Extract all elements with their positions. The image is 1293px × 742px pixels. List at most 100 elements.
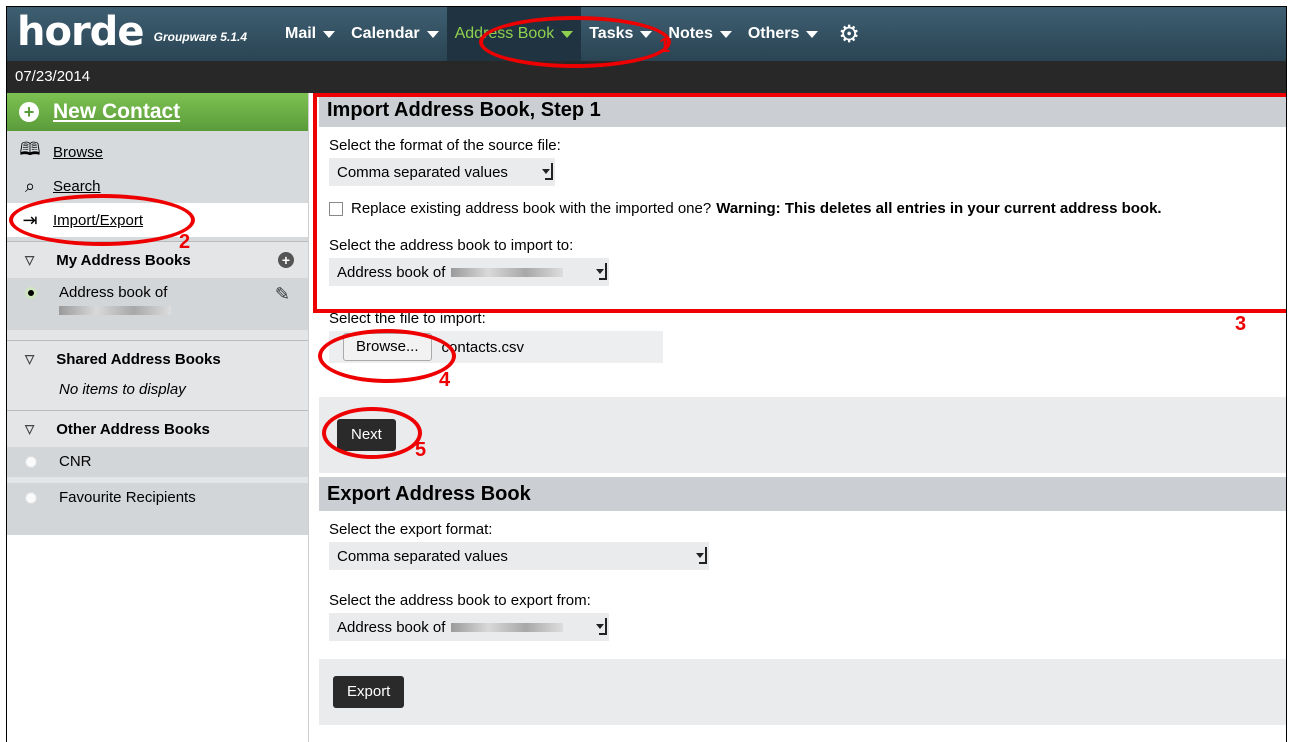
address-book-name: Address book of: [59, 284, 171, 324]
add-address-book-icon[interactable]: +: [278, 252, 294, 268]
import-export-icon: ⇥: [22, 209, 38, 230]
export-button[interactable]: Export: [333, 676, 405, 708]
dropdown-arrow-icon: [596, 618, 607, 635]
menu-mail[interactable]: Mail: [277, 7, 343, 61]
collapse-triangle-icon: ▽: [25, 422, 35, 436]
collapse-triangle-icon: ▽: [25, 352, 35, 366]
radio-icon: [25, 492, 37, 504]
replace-checkbox[interactable]: [329, 201, 343, 216]
other-address-books-section: ▽ Other Address Books CNR Favourite Reci…: [7, 410, 308, 535]
other-address-books-header[interactable]: ▽ Other Address Books: [7, 410, 308, 447]
import-button-bar: Next: [319, 397, 1286, 473]
menu-others[interactable]: Others: [740, 7, 827, 61]
select-value: Address book of: [337, 618, 446, 636]
chevron-down-icon: [719, 30, 732, 38]
export-book-select[interactable]: Address book of: [329, 613, 609, 641]
address-book-label: Address book of: [59, 284, 168, 301]
export-format-label: Select the export format:: [329, 521, 493, 538]
address-book-item-favourites[interactable]: Favourite Recipients: [7, 483, 308, 513]
search-icon: ⌕: [24, 175, 36, 196]
address-book-label: Favourite Recipients: [59, 489, 196, 506]
sidebar: + New Contact 🕮 Browse ⌕ Search ⇥ Import…: [7, 93, 309, 742]
menu-calendar[interactable]: Calendar: [343, 7, 446, 61]
new-contact-label: New Contact: [53, 100, 181, 123]
address-book-item-cnr[interactable]: CNR: [7, 447, 308, 477]
selected-file-name: contacts.csv: [441, 338, 525, 356]
dropdown-arrow-icon: [696, 547, 707, 564]
spacer: [7, 513, 308, 535]
dropdown-arrow-icon: [596, 263, 607, 280]
horde-window: horde Groupware 5.1.4 Mail Calendar Addr…: [6, 6, 1287, 742]
collapse-triangle-icon: ▽: [25, 253, 35, 267]
date-bar: 07/23/2014: [7, 61, 1286, 93]
logo-text: horde: [17, 9, 144, 55]
import-format-select[interactable]: Comma separated values: [329, 158, 555, 186]
file-input: Browse... contacts.csv: [329, 331, 663, 363]
address-book-label: CNR: [59, 453, 92, 470]
import-book-select[interactable]: Address book of: [329, 258, 609, 286]
menu-others-label: Others: [747, 25, 800, 42]
sidebar-item-label: Import/Export: [53, 211, 144, 229]
main-menu: Mail Calendar Address Book Tasks Notes O…: [277, 7, 872, 61]
menu-calendar-label: Calendar: [351, 25, 420, 42]
browse-button[interactable]: Browse...: [343, 333, 432, 361]
sidebar-item-label: Browse: [53, 143, 104, 161]
select-value: Address book of: [337, 263, 446, 281]
empty-message: No items to display: [59, 381, 186, 398]
sidebar-item-search[interactable]: ⌕ Search: [7, 169, 308, 203]
menu-address-book[interactable]: Address Book: [446, 7, 582, 61]
section-title: Shared Address Books: [56, 350, 221, 368]
menu-notes-label: Notes: [668, 25, 713, 42]
import-form: Select the format of the source file: Co…: [319, 137, 1286, 363]
version-text: Groupware 5.1.4: [153, 30, 247, 44]
export-format-select[interactable]: Comma separated values: [329, 542, 709, 570]
redacted-owner: [451, 622, 564, 632]
plus-icon: +: [19, 102, 39, 122]
main-content: Import Address Book, Step 1 Select the f…: [319, 93, 1286, 742]
format-label: Select the format of the source file:: [329, 137, 561, 154]
replace-option: Replace existing address book with the i…: [329, 200, 1286, 217]
export-title: Export Address Book: [319, 477, 1286, 511]
export-book-label: Select the address book to export from:: [329, 592, 591, 609]
annotation-number-2: 2: [179, 231, 191, 253]
annotation-number-5: 5: [415, 439, 427, 461]
chevron-down-icon: [426, 30, 439, 38]
book-icon: 🕮: [19, 139, 41, 159]
sidebar-item-label: Search: [53, 177, 101, 195]
spacer: [7, 330, 308, 340]
my-address-books-header[interactable]: ▽ My Address Books +: [7, 241, 308, 278]
chevron-down-icon: [640, 30, 653, 38]
menu-notes[interactable]: Notes: [660, 7, 739, 61]
shared-address-books-section: ▽ Shared Address Books No items to displ…: [7, 340, 308, 410]
shared-address-books-header[interactable]: ▽ Shared Address Books: [7, 340, 308, 377]
section-title: My Address Books: [56, 251, 191, 269]
pencil-icon[interactable]: ✎: [275, 284, 290, 324]
dropdown-arrow-icon: [542, 163, 553, 180]
menu-tasks[interactable]: Tasks: [581, 7, 660, 61]
address-book-item[interactable]: Address book of ✎: [7, 278, 308, 330]
sidebar-item-browse[interactable]: 🕮 Browse: [7, 135, 308, 169]
section-title: Other Address Books: [56, 420, 210, 438]
import-book-label: Select the address book to import to:: [329, 237, 574, 254]
annotation-number-4: 4: [439, 369, 451, 391]
chevron-down-icon: [323, 30, 336, 38]
gear-icon[interactable]: ⚙: [826, 7, 872, 61]
next-button[interactable]: Next: [337, 419, 396, 451]
menu-tasks-label: Tasks: [589, 25, 634, 42]
annotation-number-1: 1: [659, 35, 671, 57]
file-label: Select the file to import:: [329, 310, 486, 327]
annotation-number-3: 3: [1235, 313, 1247, 335]
active-radio-icon: [25, 287, 37, 299]
sidebar-item-import-export[interactable]: ⇥ Import/Export: [7, 203, 308, 237]
horde-logo[interactable]: horde Groupware 5.1.4: [17, 9, 247, 55]
top-navigation: horde Groupware 5.1.4 Mail Calendar Addr…: [7, 7, 1286, 61]
redacted-owner: [59, 305, 171, 315]
menu-mail-label: Mail: [285, 25, 317, 42]
redacted-owner: [451, 267, 564, 277]
new-contact-button[interactable]: + New Contact: [7, 93, 308, 131]
select-value: Comma separated values: [337, 547, 508, 565]
radio-icon: [25, 456, 37, 468]
menu-address-book-label: Address Book: [454, 25, 555, 42]
select-value: Comma separated values: [337, 163, 508, 181]
my-address-books-section: ▽ My Address Books + Address book of ✎: [7, 241, 308, 340]
